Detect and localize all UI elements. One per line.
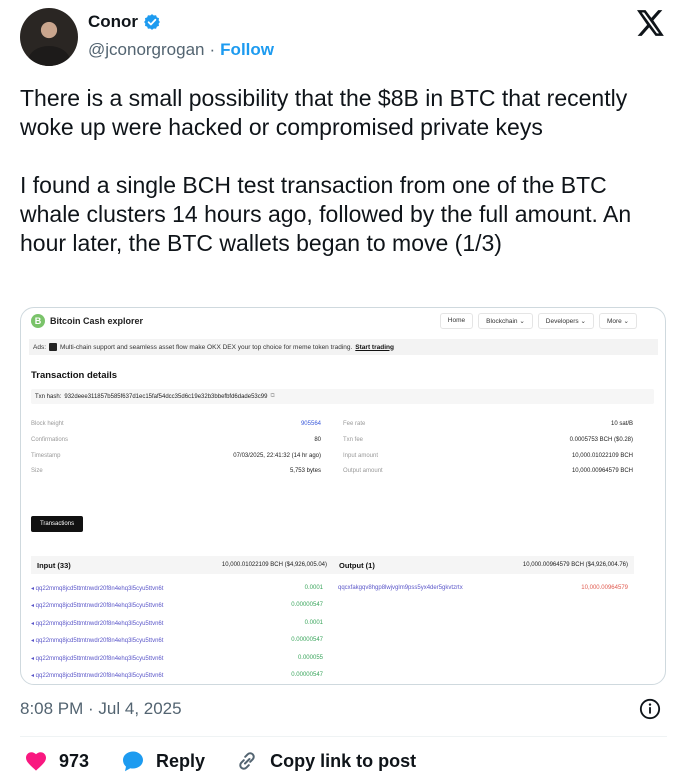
input-amount: 0.00000547 — [291, 602, 323, 608]
input-row: ◂ qq22mmq8jcd5ttmtnwdr20f8n4ehq3l5cyu5tt… — [31, 585, 323, 592]
field-value: 5,753 bytes — [289, 468, 321, 474]
field-fee-rate: Fee rate 10 sat/B — [343, 421, 633, 427]
ads-cta: Start trading — [355, 343, 394, 351]
field-value: 10,000.01022109 BCH — [571, 453, 633, 459]
reply-button[interactable]: Reply — [121, 749, 205, 773]
explorer-menu-more: More ⌄ — [598, 313, 637, 329]
tweet-paragraph: There is a small possibility that the $8… — [20, 85, 628, 140]
bitcoin-cash-logo-icon: B — [31, 314, 45, 328]
field-value: 905564 — [300, 421, 321, 427]
reply-label: Reply — [156, 750, 206, 771]
input-amount: 0.00000547 — [291, 672, 323, 678]
input-address: ◂ qq22mmq8jcd5ttmtnwdr20f8n4ehq3l5cyu5tt… — [31, 638, 164, 644]
input-address: ◂ qq22mmq8jcd5ttmtnwdr20f8n4ehq3l5cyu5tt… — [31, 586, 164, 592]
copy-link-button[interactable]: Copy link to post — [235, 749, 416, 773]
output-header-amount: 10,000.00964579 BCH ($4,926,004.76) — [522, 562, 628, 568]
input-address: ◂ qq22mmq8jcd5ttmtnwdr20f8n4ehq3l5cyu5tt… — [31, 603, 164, 609]
explorer-navbar: B Bitcoin Cash explorer Home Blockchain … — [21, 308, 665, 334]
transaction-details-heading: Transaction details — [31, 370, 118, 381]
input-header-amount: 10,000.01022109 BCH ($4,926,005.04) — [221, 562, 327, 568]
explorer-menu-blockchain: Blockchain ⌄ — [478, 313, 533, 329]
field-value: 0.0005753 BCH ($0.28) — [569, 437, 633, 443]
info-icon[interactable] — [639, 698, 661, 720]
field-block-height: Block height 905564 — [31, 421, 321, 427]
field-size: Size 5,753 bytes — [31, 468, 321, 474]
input-header: Input (33) 10,000.01022109 BCH ($4,926,0… — [31, 556, 333, 574]
author-handle[interactable]: @jconorgrogan — [88, 40, 205, 60]
post-timestamp[interactable]: 8:08 PM · Jul 4, 2025 — [20, 699, 182, 719]
input-row: ◂ qq22mmq8jcd5ttmtnwdr20f8n4ehq3l5cyu5tt… — [31, 602, 323, 609]
input-row: ◂ qq22mmq8jcd5ttmtnwdr20f8n4ehq3l5cyu5tt… — [31, 655, 323, 662]
field-timestamp: Timestamp 07/03/2025, 22:41:32 (14 hr ag… — [31, 453, 321, 459]
field-confirmations: Confirmations 80 — [31, 437, 321, 443]
x-logo-icon[interactable] — [637, 10, 665, 36]
input-amount: 0.000055 — [297, 655, 323, 661]
copy-link-label: Copy link to post — [270, 750, 417, 771]
explorer-menu-developers: Developers ⌄ — [537, 313, 594, 329]
divider — [20, 736, 667, 737]
verified-badge-icon — [144, 14, 160, 30]
field-label: Confirmations — [31, 437, 69, 443]
link-icon — [239, 752, 255, 770]
copy-icon: ⧉ — [270, 393, 275, 399]
field-value: 07/03/2025, 22:41:32 (14 hr ago) — [233, 453, 321, 459]
field-label: Output amount — [343, 468, 383, 474]
ads-prefix: Ads: — [33, 343, 47, 351]
ads-text: Multi-chain support and seamless asset f… — [60, 343, 353, 351]
field-output-amount: Output amount 10,000.00964579 BCH — [343, 468, 633, 474]
output-header-title: Output (1) — [339, 560, 375, 570]
input-address: ◂ qq22mmq8jcd5ttmtnwdr20f8n4ehq3l5cyu5tt… — [31, 656, 164, 662]
field-txn-fee: Txn fee 0.0005753 BCH ($0.28) — [343, 437, 633, 443]
input-address: ◂ qq22mmq8jcd5ttmtnwdr20f8n4ehq3l5cyu5tt… — [31, 621, 164, 627]
input-row: ◂ qq22mmq8jcd5ttmtnwdr20f8n4ehq3l5cyu5tt… — [31, 637, 323, 644]
input-amount: 0.0001 — [304, 620, 323, 626]
input-row: ◂ qq22mmq8jcd5ttmtnwdr20f8n4ehq3l5cyu5tt… — [31, 620, 323, 627]
field-label: Fee rate — [343, 421, 366, 427]
input-amount: 0.0001 — [304, 585, 323, 591]
tweet-media-image[interactable]: B Bitcoin Cash explorer Home Blockchain … — [20, 307, 666, 685]
field-label: Size — [31, 468, 43, 474]
separator-dot: · — [209, 40, 216, 59]
input-amount: 0.00000547 — [291, 637, 323, 643]
field-label: Txn fee — [343, 437, 364, 443]
explorer-menu-home: Home — [439, 313, 474, 329]
field-label: Block height — [31, 421, 64, 427]
field-value: 80 — [314, 437, 321, 443]
txn-hash-label: Txn hash: — [35, 393, 62, 400]
tweet-text: There is a small possibility that the $8… — [20, 84, 670, 258]
explorer-title: Bitcoin Cash explorer — [50, 316, 144, 326]
txn-hash-value: 932deee311857b585f637d1ec15faf54dcc35d6c… — [64, 393, 268, 400]
ads-banner: Ads: Multi-chain support and seamless as… — [29, 339, 658, 355]
input-header-title: Input (33) — [37, 560, 71, 570]
author-name[interactable]: Conor — [88, 12, 138, 32]
field-value: 10,000.00964579 BCH — [571, 468, 633, 474]
output-header: Output (1) 10,000.00964579 BCH ($4,926,0… — [333, 556, 634, 574]
heart-icon — [26, 752, 46, 771]
post-actions: 973 Reply Copy link to post — [24, 749, 416, 773]
like-button[interactable]: 973 — [24, 749, 89, 773]
follow-button[interactable]: Follow — [220, 40, 274, 60]
handle-row: @jconorgrogan · Follow — [88, 40, 274, 60]
input-row: ◂ qq22mmq8jcd5ttmtnwdr20f8n4ehq3l5cyu5tt… — [31, 672, 323, 679]
output-amount: 10,000.00964579 — [581, 585, 628, 591]
like-count: 973 — [59, 750, 90, 771]
transactions-tab-button: Transactions — [31, 516, 83, 532]
input-address: ◂ qq22mmq8jcd5ttmtnwdr20f8n4ehq3l5cyu5tt… — [31, 673, 164, 679]
author-name-row: Conor — [88, 12, 161, 32]
output-row: qqcxfakgqv8hgp8lwjvglm9pss5yx4der5gkvtzr… — [338, 585, 628, 591]
avatar[interactable] — [20, 8, 78, 66]
field-value: 10 sat/B — [610, 421, 633, 427]
txn-hash-box: Txn hash: 932deee311857b585f637d1ec15faf… — [31, 389, 654, 404]
field-input-amount: Input amount 10,000.01022109 BCH — [343, 453, 633, 459]
field-label: Timestamp — [31, 453, 61, 459]
reply-bubble-icon — [123, 751, 144, 772]
field-label: Input amount — [343, 453, 379, 459]
explorer-menu: Home Blockchain ⌄ Developers ⌄ More ⌄ — [439, 313, 637, 329]
output-address: qqcxfakgqv8hgp8lwjvglm9pss5yx4der5gkvtzr… — [338, 585, 463, 591]
okx-logo-icon — [49, 343, 58, 351]
tweet-paragraph: I found a single BCH test transaction fr… — [20, 172, 632, 256]
